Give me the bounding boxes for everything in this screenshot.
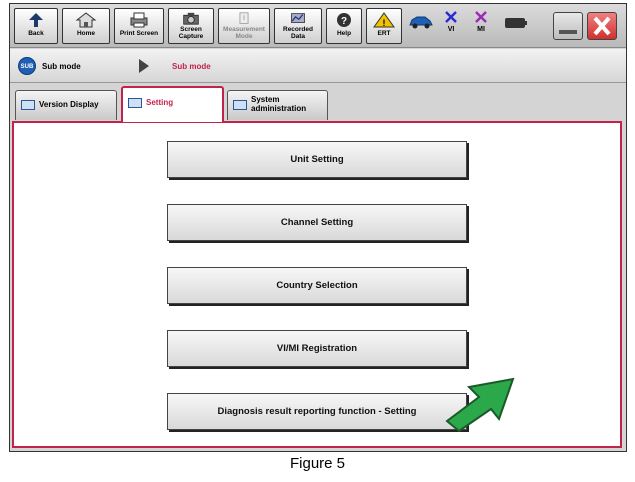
- measurement-mode-button[interactable]: Measurement Mode: [218, 8, 270, 44]
- back-arrow-icon: [29, 13, 43, 27]
- tab-version-display[interactable]: Version Display: [15, 90, 117, 120]
- close-icon: [593, 16, 611, 36]
- app-window: Back Home Print Screen Screen Capture Me…: [9, 3, 627, 452]
- svg-text:?: ?: [341, 16, 347, 27]
- breadcrumb-current: Sub mode: [42, 62, 81, 71]
- country-selection-button[interactable]: Country Selection: [167, 267, 467, 304]
- minimize-button[interactable]: [553, 12, 583, 40]
- unit-setting-button[interactable]: Unit Setting: [167, 141, 467, 178]
- tab-system-administration[interactable]: System administration: [227, 90, 328, 120]
- battery-icon: [505, 18, 527, 28]
- vi-x-icon: [445, 11, 457, 23]
- mi-x-icon: [475, 11, 487, 23]
- camera-icon: [183, 12, 199, 25]
- help-icon: ?: [337, 13, 351, 27]
- measurement-icon: [239, 12, 249, 24]
- tab-setting[interactable]: Setting: [121, 86, 224, 122]
- svg-text:!: !: [383, 18, 386, 28]
- pointer-arrow-icon: [445, 377, 515, 433]
- printer-icon: [130, 12, 148, 28]
- mi-status: MI: [470, 10, 492, 33]
- recorded-data-button[interactable]: Recorded Data: [274, 8, 322, 44]
- recorded-data-icon: [291, 13, 305, 23]
- breadcrumb-arrow-icon: [139, 59, 149, 73]
- print-screen-button[interactable]: Print Screen: [114, 8, 164, 44]
- ert-button[interactable]: ! ERT: [366, 8, 402, 44]
- warning-icon: !: [373, 12, 395, 28]
- help-button[interactable]: ? Help: [326, 8, 362, 44]
- mode-breadcrumb: SUB Sub mode Sub mode: [10, 49, 626, 83]
- channel-setting-button[interactable]: Channel Setting: [167, 204, 467, 241]
- home-button[interactable]: Home: [62, 8, 110, 44]
- minimize-icon: [559, 30, 577, 34]
- toolbar: Back Home Print Screen Screen Capture Me…: [10, 4, 626, 48]
- vi-mi-registration-button[interactable]: VI/MI Registration: [167, 330, 467, 367]
- figure-caption: Figure 5: [289, 455, 346, 472]
- settings-panel: Unit Setting Channel Setting Country Sel…: [12, 121, 622, 448]
- sub-mode-badge: SUB: [18, 57, 36, 75]
- back-button[interactable]: Back: [14, 8, 58, 44]
- close-button[interactable]: [587, 12, 617, 40]
- screen-capture-button[interactable]: Screen Capture: [168, 8, 214, 44]
- vehicle-icon: [409, 16, 433, 29]
- breadcrumb-next: Sub mode: [172, 62, 211, 71]
- vi-status: VI: [440, 10, 462, 33]
- setting-icon: [128, 98, 142, 108]
- system-administration-icon: [233, 100, 247, 110]
- tab-bar: Version Display Setting System administr…: [10, 84, 626, 122]
- diagnosis-result-reporting-setting-button[interactable]: Diagnosis result reporting function - Se…: [167, 393, 467, 430]
- version-display-icon: [21, 100, 35, 110]
- home-icon: [75, 12, 97, 28]
